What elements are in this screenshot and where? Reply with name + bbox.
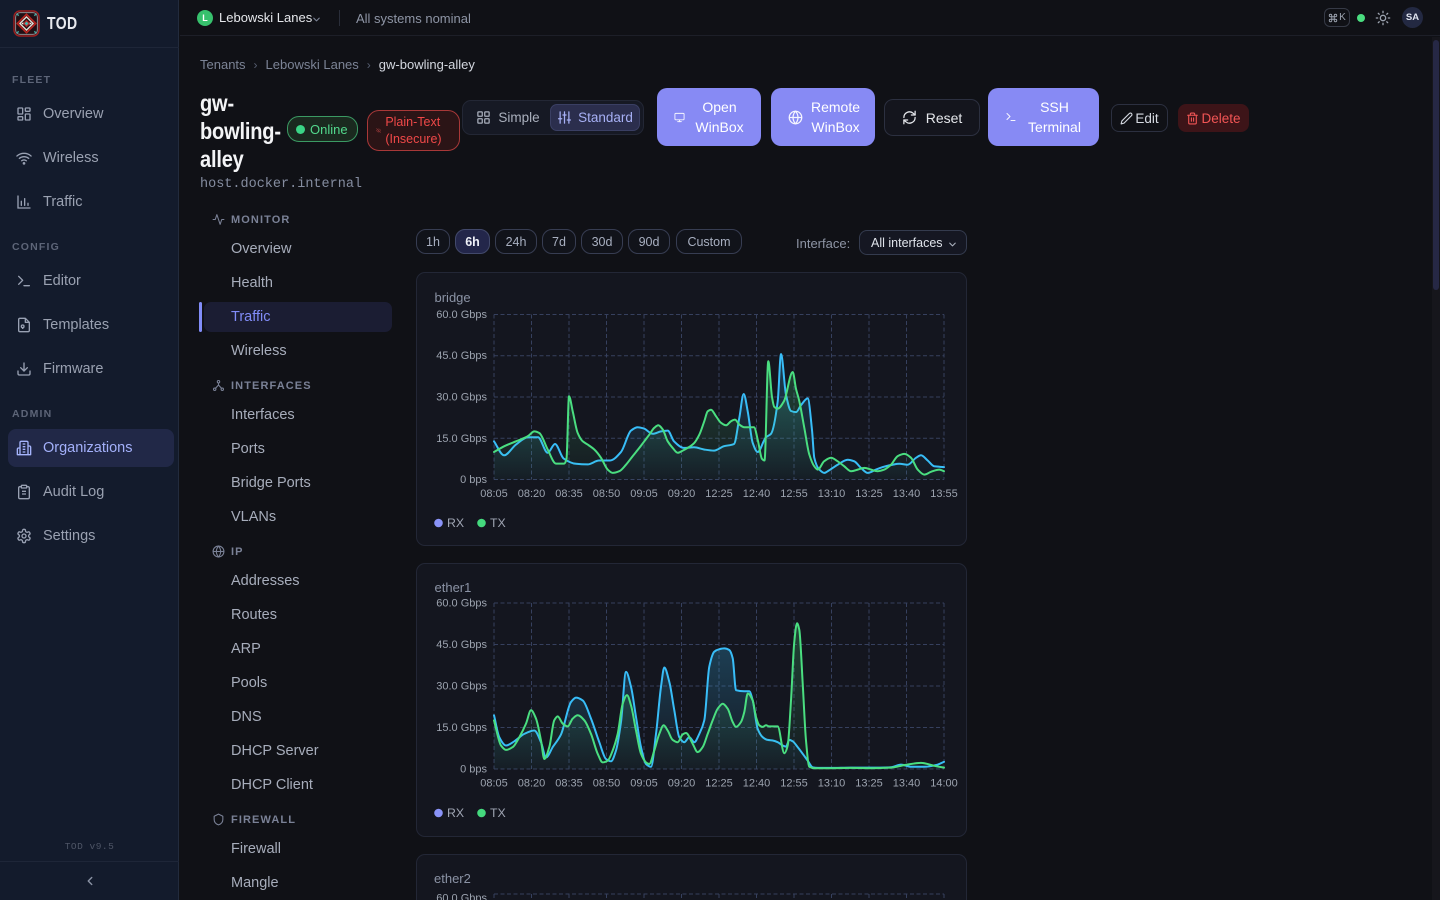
svg-text:08:05: 08:05 <box>480 778 508 790</box>
svg-text:13:55: 13:55 <box>930 488 958 500</box>
svg-text:60.0 Gbps: 60.0 Gbps <box>436 893 487 900</box>
svg-text:13:25: 13:25 <box>855 488 883 500</box>
svg-text:12:55: 12:55 <box>780 488 808 500</box>
svg-text:12:25: 12:25 <box>705 488 733 500</box>
svg-text:08:50: 08:50 <box>593 778 621 790</box>
svg-text:12:40: 12:40 <box>743 778 771 790</box>
svg-text:30.0 Gbps: 30.0 Gbps <box>436 681 487 693</box>
svg-text:08:05: 08:05 <box>480 488 508 500</box>
svg-text:RX: RX <box>447 806 464 820</box>
svg-text:ether2: ether2 <box>434 871 471 886</box>
svg-text:45.0 Gbps: 45.0 Gbps <box>436 350 487 362</box>
svg-text:ether1: ether1 <box>435 580 472 595</box>
svg-text:12:55: 12:55 <box>780 778 808 790</box>
svg-text:08:35: 08:35 <box>555 778 583 790</box>
svg-text:15.0 Gbps: 15.0 Gbps <box>436 722 487 734</box>
svg-text:0 bps: 0 bps <box>460 764 487 776</box>
svg-text:45.0 Gbps: 45.0 Gbps <box>436 639 487 651</box>
svg-text:14:00: 14:00 <box>930 778 958 790</box>
svg-text:TX: TX <box>490 806 506 820</box>
svg-text:09:05: 09:05 <box>630 778 658 790</box>
svg-text:0 bps: 0 bps <box>460 474 487 486</box>
svg-text:60.0 Gbps: 60.0 Gbps <box>436 598 487 610</box>
svg-text:bridge: bridge <box>435 290 471 305</box>
svg-text:13:40: 13:40 <box>893 778 921 790</box>
svg-text:TX: TX <box>490 516 506 530</box>
svg-text:13:10: 13:10 <box>818 488 846 500</box>
svg-text:08:20: 08:20 <box>518 778 546 790</box>
svg-text:13:10: 13:10 <box>818 778 846 790</box>
svg-text:08:50: 08:50 <box>593 488 621 500</box>
svg-text:15.0 Gbps: 15.0 Gbps <box>436 433 487 445</box>
svg-text:12:40: 12:40 <box>743 488 771 500</box>
svg-text:RX: RX <box>447 516 464 530</box>
svg-text:09:05: 09:05 <box>630 488 658 500</box>
svg-text:08:20: 08:20 <box>518 488 546 500</box>
svg-text:08:35: 08:35 <box>555 488 583 500</box>
svg-text:12:25: 12:25 <box>705 778 733 790</box>
svg-text:60.0 Gbps: 60.0 Gbps <box>436 309 487 321</box>
svg-text:30.0 Gbps: 30.0 Gbps <box>436 392 487 404</box>
svg-text:09:20: 09:20 <box>668 488 696 500</box>
svg-text:09:20: 09:20 <box>668 778 696 790</box>
svg-text:13:40: 13:40 <box>893 488 921 500</box>
svg-text:13:25: 13:25 <box>855 778 883 790</box>
